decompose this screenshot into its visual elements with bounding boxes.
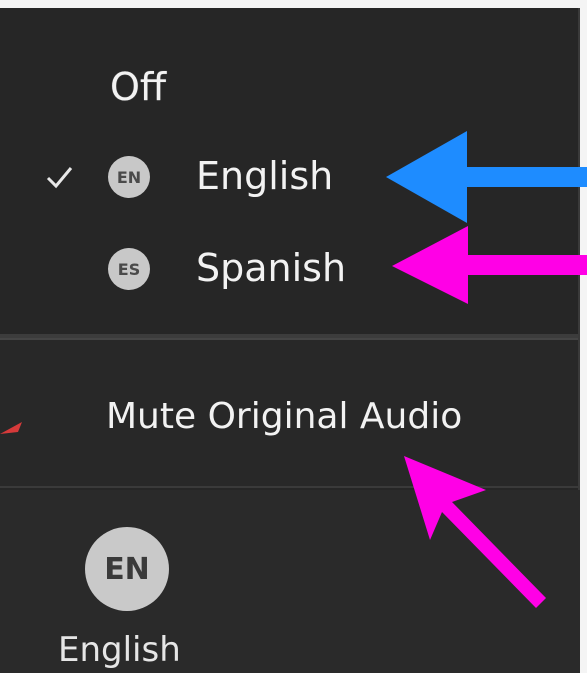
menu-item-english[interactable]: EN English [0, 148, 578, 208]
language-label-spanish: Spanish [196, 246, 347, 290]
language-options-section: Off EN English ES Spanish [0, 8, 578, 334]
language-label-english: English [196, 154, 334, 198]
menu-item-spanish[interactable]: ES Spanish [0, 240, 578, 300]
screenshot-stage: Off EN English ES Spanish Mute Original … [0, 0, 587, 673]
menu-item-off[interactable]: Off [110, 68, 166, 106]
mute-original-audio-item[interactable]: Mute Original Audio [106, 396, 462, 437]
checkmark-icon [46, 167, 73, 189]
red-indicator-icon [0, 422, 22, 434]
language-badge-es: ES [108, 248, 150, 290]
language-badge-large: EN [85, 527, 169, 611]
language-badge-en: EN [108, 156, 150, 198]
mute-section: Mute Original Audio [0, 338, 578, 488]
interpretation-toolbar-button[interactable]: EN English [0, 490, 580, 673]
toolbar-language-label: English [58, 630, 181, 670]
interpretation-menu: Off EN English ES Spanish Mute Original … [0, 8, 580, 490]
